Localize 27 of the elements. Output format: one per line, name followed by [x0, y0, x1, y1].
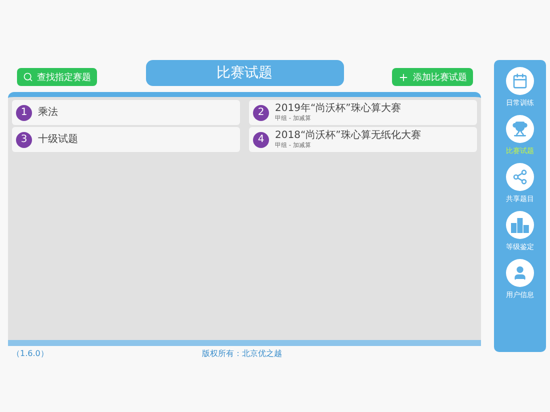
nav-icon-circle[interactable] — [506, 211, 534, 239]
nav-icon-circle[interactable] — [506, 115, 534, 143]
version-text: （1.6.0） — [12, 348, 50, 359]
podium-icon — [511, 217, 529, 233]
copyright-text: 版权所有：北京优之越 — [202, 348, 282, 359]
nav-icon-circle[interactable] — [506, 163, 534, 191]
nav-icon-circle[interactable] — [506, 67, 534, 95]
item-title: 十级试题 — [38, 134, 78, 146]
search-icon — [23, 72, 33, 82]
item-title: 2019年“尚沃杯”珠心算大赛 — [275, 102, 401, 114]
add-button[interactable]: 添加比赛试题 — [392, 68, 473, 86]
item-title: 2018“尚沃杯”珠心算无纸化大赛 — [275, 130, 421, 142]
list-item[interactable]: 3 十级试题 — [12, 127, 240, 152]
trophy-icon — [512, 121, 528, 137]
search-button[interactable]: 查找指定赛题 — [17, 68, 97, 86]
list-item[interactable]: 1 乘法 — [12, 100, 240, 125]
plus-icon — [398, 72, 409, 82]
calendar-icon — [512, 73, 528, 89]
page-title: 比赛试题 — [146, 60, 344, 86]
number-badge: 1 — [16, 104, 32, 120]
number-badge: 4 — [253, 132, 269, 148]
number-badge: 2 — [253, 104, 269, 120]
user-icon — [512, 265, 528, 281]
number-badge: 3 — [16, 132, 32, 148]
item-title: 乘法 — [38, 106, 58, 118]
nav-icon-circle[interactable] — [506, 259, 534, 287]
share-icon — [512, 169, 528, 185]
